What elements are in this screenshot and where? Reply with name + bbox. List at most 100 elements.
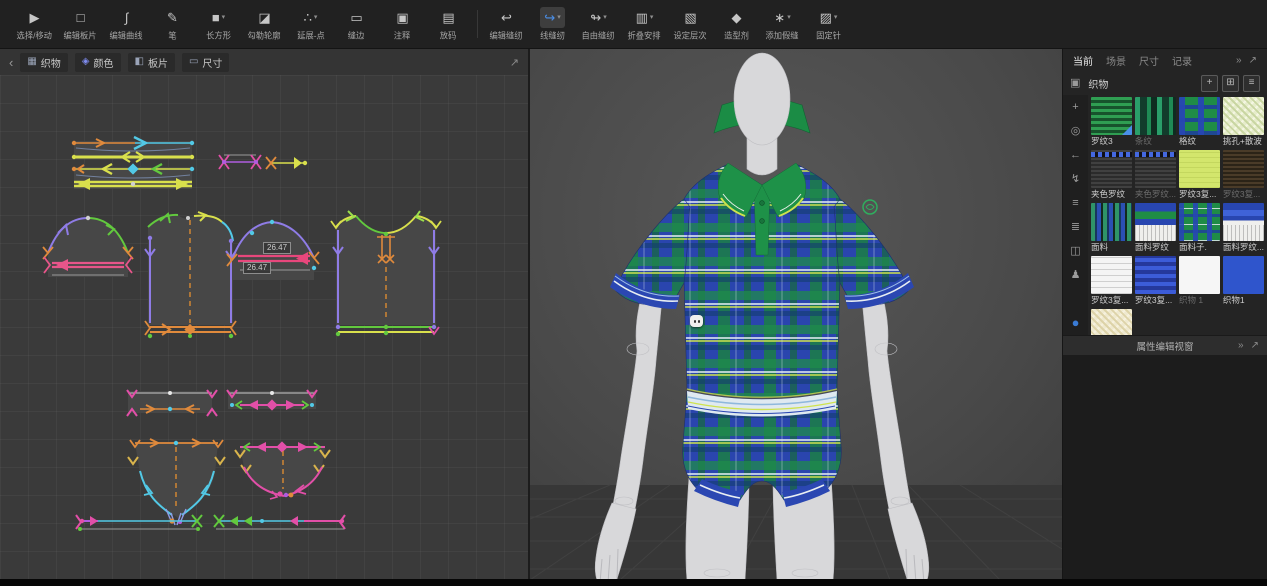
chevron-down-icon[interactable]: ▾ <box>603 14 607 21</box>
pattern-piece-small-strip-1[interactable] <box>219 155 261 169</box>
fabric-item[interactable]: 夹色罗纹 <box>1091 150 1132 200</box>
fabric-item[interactable]: 面料子. <box>1179 203 1220 253</box>
property-editor-collapsed-area <box>1063 355 1267 579</box>
tool-set-layer[interactable]: ▧设定层次 <box>668 7 713 42</box>
tab-pattern[interactable]: ◧板片 <box>128 53 175 72</box>
list-view-button[interactable]: ≡ <box>1243 75 1260 92</box>
expand-panel-icon[interactable]: ↗ <box>1249 55 1257 66</box>
pattern-piece-hem-strip-2[interactable] <box>214 515 345 529</box>
fabric-thumbnail <box>1223 150 1264 188</box>
letterbox-strip <box>0 579 1267 586</box>
fabric-pin-marker[interactable] <box>690 315 703 327</box>
arrow-left-icon[interactable]: ← <box>1070 150 1081 161</box>
tool-shaper[interactable]: ◆造型剂 <box>714 7 759 42</box>
tab-size[interactable]: 尺寸 <box>1139 53 1159 68</box>
checkbox-icon[interactable]: ▣ <box>1070 78 1080 89</box>
tool-annotation[interactable]: ▣注释 <box>380 7 425 42</box>
tool-select-move[interactable]: ▶选择/移动 <box>12 7 57 42</box>
fabric-item[interactable]: 面料罗纹 <box>1135 203 1176 253</box>
pin-tool-icon[interactable]: + <box>1072 102 1078 113</box>
fabric-thumbnail <box>1179 150 1220 188</box>
tab-scene[interactable]: 场景 <box>1106 53 1126 68</box>
pattern-piece-back-bodice[interactable] <box>331 211 441 336</box>
curve-icon: ∫ <box>125 11 129 24</box>
pattern-piece-back-shorts[interactable] <box>235 441 330 499</box>
tab-history[interactable]: 记录 <box>1172 53 1192 68</box>
list-dense-icon[interactable]: ≣ <box>1071 222 1080 233</box>
tool-fold-arrange[interactable]: ▥▾折叠安排 <box>622 7 667 42</box>
target-icon[interactable]: ◎ <box>1071 126 1081 137</box>
pattern-piece-sleeve-left[interactable] <box>43 216 133 277</box>
pattern-piece-front-bodice[interactable] <box>145 212 236 338</box>
fabric-icon: ▦ <box>27 57 36 67</box>
chevron-down-icon[interactable]: ▾ <box>557 14 561 21</box>
tool-edit-sewing[interactable]: ↩编辑缝纫 <box>484 7 529 42</box>
tool-line-sewing[interactable]: ↪▾线缝纫 <box>530 7 575 42</box>
tool-edit-pattern[interactable]: □编辑板片 <box>58 7 103 42</box>
fabric-item[interactable]: 夹色罗纹... <box>1135 150 1176 200</box>
fabric-item[interactable]: 条纹 <box>1135 97 1176 147</box>
tool-extend-point[interactable]: ∴▾延展-点 <box>288 7 333 42</box>
back-chevron-icon[interactable]: ‹ <box>9 56 13 69</box>
fabric-item[interactable]: 织物1 <box>1223 256 1264 306</box>
tool-trace-outline[interactable]: ◪勾勒轮廓 <box>242 7 287 42</box>
avatar-icon[interactable]: ♟ <box>1071 270 1081 281</box>
camera-icon[interactable]: ◫ <box>1070 246 1080 257</box>
tab-current[interactable]: 当前 <box>1073 53 1093 68</box>
tool-grading[interactable]: ▤放码 <box>426 7 471 42</box>
tab-fabric[interactable]: ▦织物 <box>20 53 67 72</box>
rectangle-icon: ■ <box>212 11 220 24</box>
tool-rectangle[interactable]: ■▾长方形 <box>196 7 241 42</box>
section-title: 织物 <box>1088 76 1108 91</box>
pattern-piece-small-strip-2[interactable] <box>266 157 307 169</box>
chevron-down-icon[interactable]: ▾ <box>222 14 226 21</box>
library-side-strip: + ◎ ← ↯ ≡ ≣ ◫ ♟ ● <box>1063 95 1088 335</box>
fabric-item[interactable]: 罗纹3复... <box>1135 256 1176 306</box>
tool-edit-curve[interactable]: ∫编辑曲线 <box>104 7 149 42</box>
expand-panel-icon[interactable]: ↗ <box>1251 340 1259 351</box>
fabric-item[interactable]: 罗纹3复... <box>1091 256 1132 306</box>
fabric-item[interactable]: 罗纹3复... <box>1223 150 1264 200</box>
expand-panel-icon[interactable]: ↗ <box>510 56 519 69</box>
pattern-canvas[interactable]: 26.47 26.47 <box>0 75 528 579</box>
fabric-item[interactable]: 格纹 <box>1179 97 1220 147</box>
fabric-thumbnail <box>1223 256 1264 294</box>
comment-icon: ▣ <box>396 11 408 24</box>
add-fabric-button[interactable]: + <box>1201 75 1218 92</box>
grid-view-button[interactable]: ⊞ <box>1222 75 1239 92</box>
tool-pin[interactable]: ▨▾固定针 <box>806 7 851 42</box>
fabric-item[interactable] <box>1091 309 1132 335</box>
tab-size[interactable]: ▭尺寸 <box>182 53 229 72</box>
pattern-piece-collar-strip-2[interactable] <box>72 163 194 190</box>
tool-seam-edge[interactable]: ▭缝边 <box>334 7 379 42</box>
pattern-piece-front-shorts[interactable] <box>128 439 225 525</box>
fabric-item[interactable]: 挑孔+散波 <box>1223 97 1264 147</box>
chevron-down-icon[interactable]: ▾ <box>314 14 318 21</box>
tool-free-sewing[interactable]: ↬▾自由缝纫 <box>576 7 621 42</box>
flashlight-icon[interactable]: ↯ <box>1071 174 1080 185</box>
list-icon[interactable]: ≡ <box>1072 198 1078 209</box>
chevron-down-icon[interactable]: ▾ <box>787 14 791 21</box>
collapse-panel-icon[interactable]: » <box>1238 340 1244 351</box>
tool-pen[interactable]: ✎笔 <box>150 7 195 42</box>
property-editor-bar[interactable]: 属性编辑视窗 » ↗ <box>1063 335 1267 355</box>
pattern-piece-waistband-2[interactable] <box>227 390 317 411</box>
fabric-section-header: ▣ 织物 + ⊞ ≡ <box>1063 71 1267 95</box>
fabric-item[interactable]: 罗纹3 <box>1091 97 1132 147</box>
chevron-down-icon[interactable]: ▾ <box>650 14 654 21</box>
tool-add-basting[interactable]: ∗▾添加假缝 <box>760 7 805 42</box>
fabric-item[interactable]: 面料罗纹... <box>1223 203 1264 253</box>
sphere-3d-icon[interactable]: ● <box>1072 316 1080 329</box>
fabric-item[interactable]: 织物 1 <box>1179 256 1220 306</box>
viewport-3d[interactable] <box>530 49 1062 579</box>
fabric-item[interactable]: 罗纹3复... <box>1179 150 1220 200</box>
pattern-pieces-drawing <box>0 75 530 580</box>
top-toolbar: ▶选择/移动 □编辑板片 ∫编辑曲线 ✎笔 ■▾长方形 ◪勾勒轮廓 ∴▾延展-点… <box>0 0 1267 49</box>
pattern-piece-collar-strip-1[interactable] <box>72 137 194 162</box>
tab-color[interactable]: ◈颜色 <box>75 53 121 72</box>
collapse-panel-icon[interactable]: » <box>1236 55 1242 66</box>
pattern-piece-waistband-1[interactable] <box>127 390 217 416</box>
chevron-down-icon[interactable]: ▾ <box>834 14 838 21</box>
fabric-item[interactable]: 面料 <box>1091 203 1132 253</box>
scene-3d <box>530 49 1062 579</box>
